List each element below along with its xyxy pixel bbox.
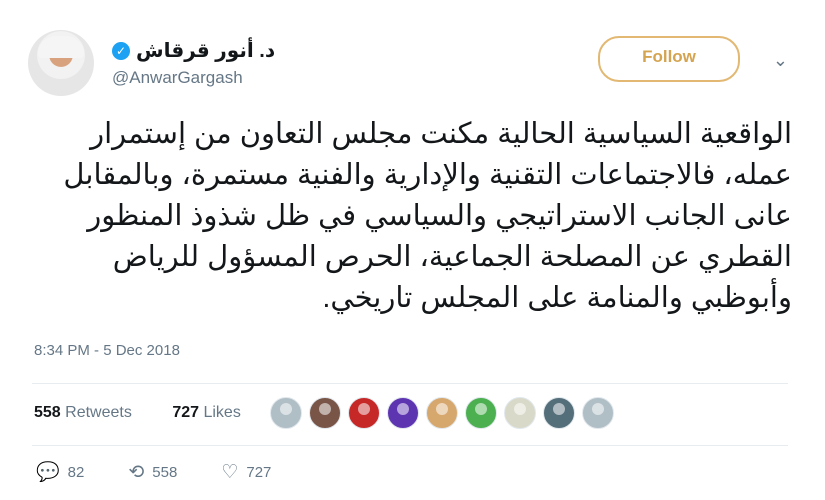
retweet-icon: ⟲	[128, 462, 145, 483]
chevron-down-icon[interactable]: ⌄	[773, 50, 788, 71]
retweeter-avatar[interactable]	[582, 397, 614, 429]
user-handle[interactable]: @AnwarGargash	[112, 68, 243, 88]
display-name-row: د. أنور قرقاش ✓	[112, 38, 275, 63]
retweeter-avatar[interactable]	[348, 397, 380, 429]
retweeter-avatar[interactable]	[543, 397, 575, 429]
retweet-action[interactable]: ⟲ 558	[128, 463, 177, 482]
like-action[interactable]: ♡ 727	[221, 463, 271, 482]
tweet-text: الواقعية السياسية الحالية مكنت مجلس التع…	[63, 118, 792, 314]
retweeter-avatar[interactable]	[387, 397, 419, 429]
tweet-actions: 💬 82 ⟲ 558 ♡ 727	[36, 463, 271, 482]
retweeter-avatar[interactable]	[465, 397, 497, 429]
follow-button[interactable]: Follow	[598, 36, 740, 82]
tweet-stats: 558 Retweets 727 Likes	[34, 404, 277, 422]
retweet-count: 558	[152, 464, 178, 481]
verified-badge-icon: ✓	[112, 41, 130, 60]
tweet-header: د. أنور قرقاش ✓ @AnwarGargash Follow ⌄	[28, 30, 798, 96]
retweets-stat[interactable]: 558 Retweets	[34, 404, 150, 421]
reply-action[interactable]: 💬 82	[36, 463, 84, 482]
retweeter-avatar[interactable]	[270, 397, 302, 429]
retweeter-avatars	[270, 397, 614, 429]
divider	[32, 445, 788, 446]
reply-count: 82	[67, 464, 85, 481]
likes-stat[interactable]: 727 Likes	[172, 404, 259, 421]
like-count: 727	[246, 464, 272, 481]
reply-icon: 💬	[36, 462, 60, 483]
tweet-timestamp[interactable]: 8:34 PM - 5 Dec 2018	[34, 342, 180, 359]
user-avatar[interactable]	[28, 30, 94, 96]
divider	[32, 383, 788, 384]
display-name[interactable]: د. أنور قرقاش	[136, 38, 275, 63]
retweeter-avatar[interactable]	[504, 397, 536, 429]
retweeter-avatar[interactable]	[426, 397, 458, 429]
retweeter-avatar[interactable]	[309, 397, 341, 429]
heart-icon: ♡	[221, 462, 239, 483]
